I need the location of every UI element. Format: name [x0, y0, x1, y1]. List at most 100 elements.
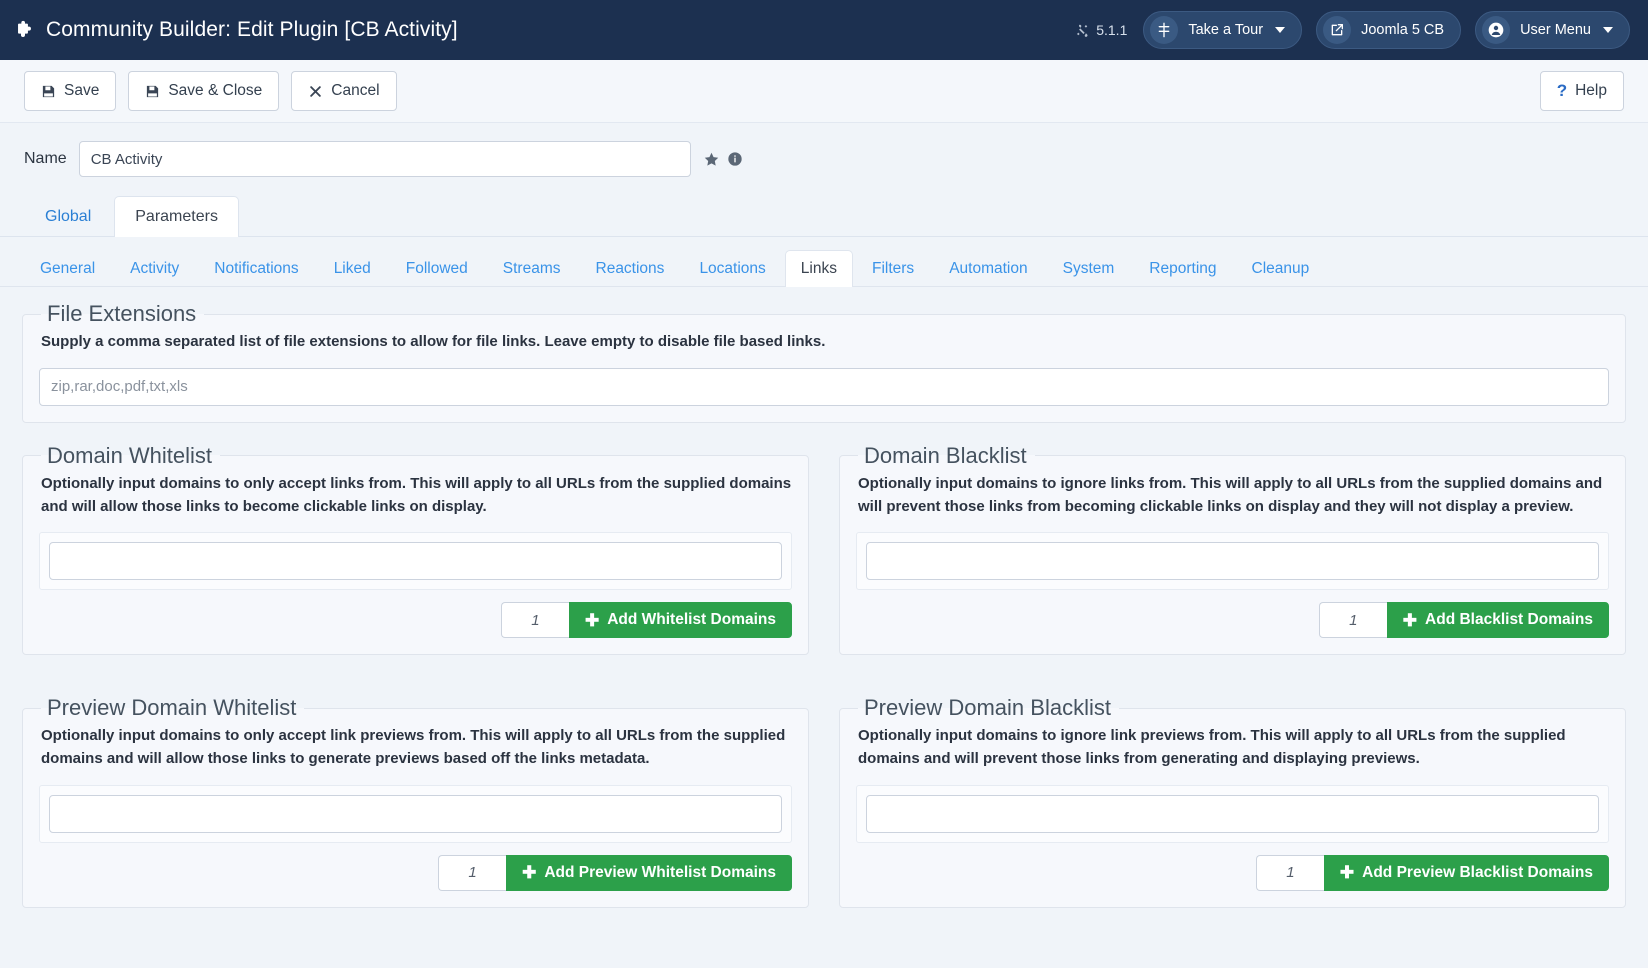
name-field-row: Name — [0, 123, 1648, 189]
name-input[interactable] — [78, 141, 691, 177]
site-link-label: Joomla 5 CB — [1361, 22, 1445, 38]
tab-cleanup[interactable]: Cleanup — [1236, 250, 1326, 287]
user-avatar-icon — [1482, 16, 1511, 44]
add-blacklist-domains-button[interactable]: ✚ Add Blacklist Domains — [1386, 602, 1609, 639]
preview-domain-blacklist-input[interactable] — [866, 794, 1599, 833]
chevron-down-icon — [1603, 27, 1613, 33]
parameters-tab-bar: General Activity Notifications Liked Fol… — [0, 237, 1648, 287]
cancel-button-label: Cancel — [331, 82, 380, 99]
add-preview-blacklist-domains-label: Add Preview Blacklist Domains — [1362, 863, 1593, 881]
preview-domain-whitelist-legend: Preview Domain Whitelist — [47, 695, 297, 721]
add-whitelist-domains-label: Add Whitelist Domains — [607, 611, 776, 629]
add-preview-blacklist-domains-button[interactable]: ✚ Add Preview Blacklist Domains — [1323, 854, 1609, 891]
tab-streams[interactable]: Streams — [487, 250, 577, 287]
tab-activity[interactable]: Activity — [114, 250, 195, 287]
domain-whitelist-description: Optionally input domains to only accept … — [41, 474, 792, 515]
admin-top-bar: Community Builder: Edit Plugin [CB Activ… — [0, 0, 1648, 60]
domain-whitelist-input[interactable] — [49, 542, 782, 581]
tab-global[interactable]: Global — [24, 196, 112, 237]
info-icon[interactable] — [727, 151, 743, 167]
add-blacklist-domains-label: Add Blacklist Domains — [1425, 611, 1593, 629]
tab-reporting[interactable]: Reporting — [1133, 250, 1232, 287]
take-a-tour-label: Take a Tour — [1188, 22, 1264, 38]
links-tab-panel: File Extensions Supply a comma separated… — [0, 287, 1648, 928]
tab-general[interactable]: General — [24, 250, 111, 287]
tab-reactions[interactable]: Reactions — [580, 250, 681, 287]
tab-notifications[interactable]: Notifications — [198, 250, 314, 287]
tab-locations[interactable]: Locations — [683, 250, 781, 287]
domain-blacklist-panel: Domain Blacklist Optionally input domain… — [839, 442, 1626, 656]
preview-domain-whitelist-count-stepper[interactable] — [438, 854, 507, 891]
editor-toolbar: Save Save & Close Cancel ? Help — [0, 60, 1648, 123]
file-extensions-panel: File Extensions Supply a comma separated… — [22, 301, 1626, 423]
preview-domain-blacklist-legend: Preview Domain Blacklist — [864, 695, 1111, 721]
joomla-version-label: 5.1.1 — [1096, 22, 1128, 38]
add-whitelist-domains-button[interactable]: ✚ Add Whitelist Domains — [568, 602, 792, 639]
preview-domain-whitelist-description: Optionally input domains to only accept … — [41, 727, 786, 768]
preview-domain-whitelist-add-row: ✚ Add Preview Whitelist Domains — [39, 854, 792, 891]
puzzle-icon — [14, 19, 36, 41]
domain-blacklist-input-wrap — [856, 532, 1609, 591]
signpost-icon — [1150, 16, 1179, 44]
domain-lists-grid: Domain Whitelist Optionally input domain… — [22, 442, 1626, 928]
preview-domain-blacklist-count-stepper[interactable] — [1255, 854, 1324, 891]
save-and-close-button-label: Save & Close — [168, 82, 263, 99]
plus-icon: ✚ — [584, 610, 600, 630]
floppy-disk-icon — [41, 84, 56, 99]
preview-domain-blacklist-add-row: ✚ Add Preview Blacklist Domains — [856, 854, 1609, 891]
preview-domain-blacklist-panel: Preview Domain Blacklist Optionally inpu… — [839, 695, 1626, 908]
name-field-icons — [703, 151, 743, 168]
page-title: Community Builder: Edit Plugin [CB Activ… — [46, 18, 458, 41]
tab-followed[interactable]: Followed — [390, 250, 484, 287]
preview-domain-whitelist-input[interactable] — [49, 794, 782, 833]
star-icon[interactable] — [703, 151, 720, 168]
domain-blacklist-input[interactable] — [866, 542, 1599, 581]
cancel-button[interactable]: Cancel — [291, 71, 397, 111]
help-button[interactable]: ? Help — [1539, 71, 1624, 111]
tab-automation[interactable]: Automation — [933, 250, 1043, 287]
file-extensions-input[interactable] — [39, 367, 1609, 406]
plus-icon: ✚ — [522, 863, 537, 883]
file-extensions-legend: File Extensions — [47, 301, 197, 326]
tab-liked[interactable]: Liked — [318, 250, 387, 287]
admin-title-group: Community Builder: Edit Plugin [CB Activ… — [14, 18, 1075, 42]
domain-blacklist-count-stepper[interactable] — [1318, 602, 1387, 639]
chevron-down-icon — [1275, 27, 1286, 33]
add-preview-whitelist-domains-button[interactable]: ✚ Add Preview Whitelist Domains — [506, 854, 792, 891]
file-extensions-description: Supply a comma separated list of file ex… — [41, 333, 826, 350]
take-a-tour-button[interactable]: Take a Tour — [1143, 11, 1303, 49]
tab-parameters[interactable]: Parameters — [114, 196, 239, 237]
close-icon — [308, 84, 323, 99]
user-menu-button[interactable]: User Menu — [1475, 11, 1630, 49]
domain-whitelist-input-wrap — [39, 532, 792, 591]
preview-domain-whitelist-input-wrap — [39, 784, 792, 843]
joomla-version: 5.1.1 — [1075, 22, 1127, 38]
domain-whitelist-count-stepper[interactable] — [500, 602, 569, 639]
domain-whitelist-legend: Domain Whitelist — [47, 442, 213, 468]
add-preview-whitelist-domains-label: Add Preview Whitelist Domains — [544, 863, 776, 881]
save-button-label: Save — [64, 82, 100, 99]
help-button-label: Help — [1575, 82, 1607, 99]
site-link-button[interactable]: Joomla 5 CB — [1316, 11, 1462, 49]
name-label: Name — [24, 150, 67, 167]
preview-domain-whitelist-panel: Preview Domain Whitelist Optionally inpu… — [22, 695, 809, 908]
domain-whitelist-add-row: ✚ Add Whitelist Domains — [39, 602, 792, 639]
domain-blacklist-description: Optionally input domains to ignore links… — [858, 474, 1603, 515]
preview-domain-blacklist-description: Optionally input domains to ignore link … — [858, 727, 1566, 768]
preview-domain-blacklist-input-wrap — [856, 784, 1609, 843]
question-mark-icon: ? — [1556, 81, 1568, 100]
tab-system[interactable]: System — [1047, 250, 1131, 287]
tab-links[interactable]: Links — [784, 250, 853, 287]
plus-icon: ✚ — [1402, 610, 1418, 630]
floppy-disk-icon — [145, 84, 160, 99]
toolbar-left-group: Save Save & Close Cancel — [24, 71, 1540, 111]
main-tab-bar: Global Parameters — [0, 195, 1648, 237]
tab-filters[interactable]: Filters — [856, 250, 930, 287]
external-link-icon — [1323, 16, 1352, 44]
save-and-close-button[interactable]: Save & Close — [128, 71, 280, 111]
save-button[interactable]: Save — [24, 71, 117, 111]
domain-blacklist-legend: Domain Blacklist — [864, 442, 1027, 468]
domain-blacklist-add-row: ✚ Add Blacklist Domains — [856, 602, 1609, 639]
user-menu-label: User Menu — [1520, 22, 1591, 38]
admin-bar-actions: 5.1.1 Take a Tour Joomla 5 CB User Menu — [1075, 11, 1630, 49]
